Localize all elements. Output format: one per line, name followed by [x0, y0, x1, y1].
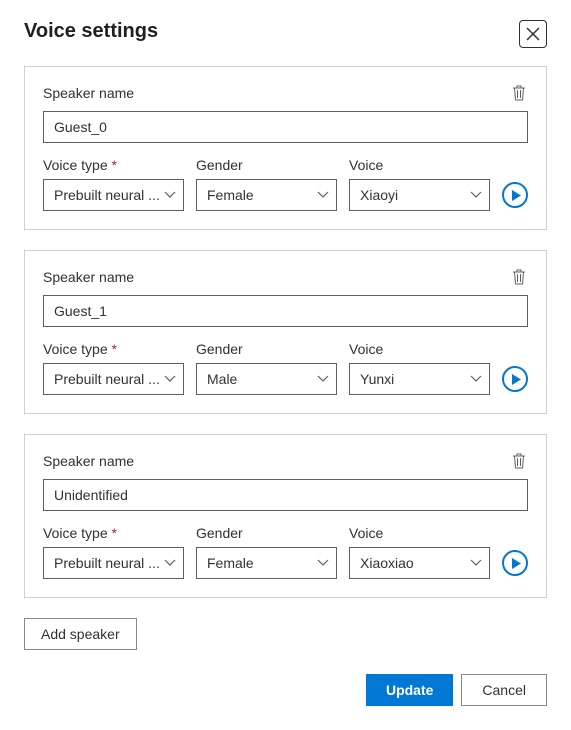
gender-select[interactable]: Male: [196, 363, 337, 395]
speaker-name-label: Speaker name: [43, 269, 134, 285]
gender-label: Gender: [196, 341, 337, 357]
voice-type-label: Voice type *: [43, 341, 184, 357]
dialog-header: Voice settings: [24, 20, 547, 48]
voice-type-select[interactable]: Prebuilt neural ...: [43, 179, 184, 211]
close-button[interactable]: [519, 20, 547, 48]
delete-speaker-button[interactable]: [510, 267, 528, 287]
speaker-name-input[interactable]: [43, 479, 528, 511]
gender-select[interactable]: Female: [196, 547, 337, 579]
speaker-card: Speaker name Voice type * Prebuilt neura…: [24, 434, 547, 598]
speaker-name-label: Speaker name: [43, 85, 134, 101]
speaker-card: Speaker name Voice type * Prebuilt neura…: [24, 66, 547, 230]
voice-label: Voice: [349, 157, 490, 173]
speaker-name-label: Speaker name: [43, 453, 134, 469]
voice-settings-dialog: Voice settings Speaker name Voice type *…: [0, 0, 571, 730]
speaker-name-input[interactable]: [43, 111, 528, 143]
play-icon: [512, 190, 521, 201]
voice-type-select[interactable]: Prebuilt neural ...: [43, 363, 184, 395]
gender-label: Gender: [196, 525, 337, 541]
voice-label: Voice: [349, 525, 490, 541]
voice-label: Voice: [349, 341, 490, 357]
voice-type-select[interactable]: Prebuilt neural ...: [43, 547, 184, 579]
close-icon: [526, 27, 540, 41]
delete-speaker-button[interactable]: [510, 451, 528, 471]
play-icon: [512, 558, 521, 569]
play-voice-button[interactable]: [502, 366, 528, 392]
voice-type-label: Voice type *: [43, 525, 184, 541]
play-icon: [512, 374, 521, 385]
add-speaker-button[interactable]: Add speaker: [24, 618, 137, 650]
trash-icon: [512, 453, 526, 469]
dialog-footer: Update Cancel: [24, 674, 547, 706]
update-button[interactable]: Update: [366, 674, 453, 706]
speaker-name-input[interactable]: [43, 295, 528, 327]
trash-icon: [512, 269, 526, 285]
voice-type-label: Voice type *: [43, 157, 184, 173]
gender-select[interactable]: Female: [196, 179, 337, 211]
trash-icon: [512, 85, 526, 101]
voice-select[interactable]: Xiaoyi: [349, 179, 490, 211]
play-voice-button[interactable]: [502, 550, 528, 576]
speaker-card: Speaker name Voice type * Prebuilt neura…: [24, 250, 547, 414]
gender-label: Gender: [196, 157, 337, 173]
voice-select[interactable]: Yunxi: [349, 363, 490, 395]
cancel-button[interactable]: Cancel: [461, 674, 547, 706]
play-voice-button[interactable]: [502, 182, 528, 208]
delete-speaker-button[interactable]: [510, 83, 528, 103]
voice-select[interactable]: Xiaoxiao: [349, 547, 490, 579]
dialog-title: Voice settings: [24, 20, 158, 43]
